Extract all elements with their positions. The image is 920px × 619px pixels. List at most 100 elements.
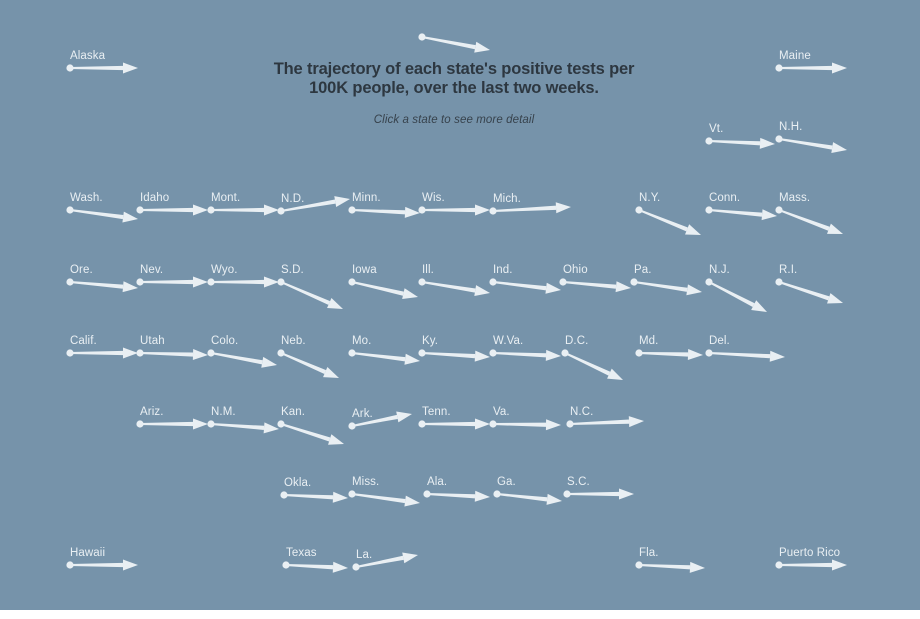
arrow-start-dot (136, 278, 144, 286)
chart-canvas: The trajectory of each state's positive … (0, 0, 920, 610)
arrow-head (832, 62, 847, 74)
arrow-head (689, 561, 705, 573)
arrow-start-dot (348, 349, 356, 357)
arrow-start-dot (282, 561, 290, 569)
arrow-start-dot (775, 561, 783, 569)
arrow-head (323, 367, 339, 378)
arrow-shaft (569, 419, 630, 425)
arrow-shaft (280, 352, 327, 374)
arrow-start-dot (775, 64, 783, 72)
arrow-shaft (562, 281, 617, 289)
arrow-start-dot (136, 206, 144, 214)
arrow-start-dot (563, 490, 571, 498)
arrow-head (686, 284, 702, 296)
arrow-shaft (426, 493, 476, 499)
arrow-head (545, 419, 561, 431)
arrow-shaft (708, 209, 763, 217)
arrow-head (832, 559, 847, 571)
arrow-shaft (779, 562, 832, 568)
arrow-shaft (351, 414, 398, 427)
arrow-shaft (140, 207, 193, 213)
arrow-start-dot (348, 490, 356, 498)
trajectory-arrow-puerto-rico (775, 559, 847, 571)
arrow-head (474, 490, 490, 502)
arrow-start-dot (423, 490, 431, 498)
arrow-start-dot (489, 349, 497, 357)
arrow-start-dot (418, 420, 426, 428)
trajectory-arrow-maine (775, 62, 847, 74)
arrow-shaft (421, 281, 476, 293)
arrow-head (404, 495, 420, 507)
arrow-start-dot (775, 135, 783, 143)
arrow-start-dot (66, 206, 74, 214)
arrow-head (619, 488, 634, 500)
arrow-start-dot (775, 278, 783, 286)
arrow-shaft (778, 138, 833, 150)
arrow-start-dot (566, 420, 574, 428)
arrow-head (607, 368, 623, 380)
arrow-shaft (492, 281, 547, 291)
arrow-start-dot (561, 349, 569, 357)
arrow-start-dot (277, 349, 285, 357)
arrow-head (332, 561, 348, 573)
arrow-start-dot (635, 349, 643, 357)
arrow-start-dot (635, 206, 643, 214)
arrow-shaft (779, 65, 832, 71)
arrow-head (769, 350, 785, 362)
arrow-shaft (70, 65, 123, 71)
arrow-start-dot (136, 420, 144, 428)
trajectory-arrow-mich (489, 202, 571, 215)
arrow-head (685, 224, 701, 235)
arrow-shaft (496, 493, 548, 502)
trajectory-arrow-n-h (775, 135, 847, 154)
arrow-shaft (492, 352, 547, 358)
arrow-head (396, 411, 412, 423)
arrow-shaft (708, 140, 761, 146)
trajectory-arrow-la (352, 552, 418, 571)
arrow-shaft (421, 36, 476, 50)
page-subtitle: Click a state to see more detail (373, 114, 535, 127)
arrow-start-dot (705, 206, 713, 214)
arrow-head (402, 552, 418, 564)
arrow-head (123, 559, 138, 571)
arrow-head (474, 41, 490, 53)
arrow-start-dot (207, 349, 215, 357)
arrow-shaft (638, 209, 688, 232)
trajectory-arrow-n-c (566, 416, 644, 428)
arrow-shaft (140, 279, 193, 285)
arrow-start-dot (352, 563, 360, 571)
arrow-shaft (638, 352, 689, 357)
arrow-start-dot (705, 349, 713, 357)
arrow-start-dot (277, 420, 285, 428)
arrow-start-dot (418, 278, 426, 286)
arrow-head (687, 349, 703, 361)
arrow-head (327, 297, 343, 309)
arrow-start-dot (66, 561, 74, 569)
arrow-start-dot (277, 207, 285, 215)
arrow-shaft (567, 491, 619, 497)
arrow-start-dot (280, 491, 288, 499)
arrow-shaft (422, 421, 475, 427)
arrow-start-dot (489, 207, 497, 215)
arrow-start-dot (705, 137, 713, 145)
arrow-head (123, 62, 138, 74)
arrow-shaft (355, 555, 404, 568)
arrow-shaft (421, 352, 476, 359)
trajectory-arrow-fla (635, 561, 705, 573)
arrow-start-dot (66, 64, 74, 72)
arrow-shaft (139, 352, 194, 357)
arrow-start-dot (559, 278, 567, 286)
arrow-head (555, 202, 571, 214)
arrow-shaft (633, 281, 688, 292)
arrow-shaft (69, 281, 124, 289)
arrow-shaft (280, 423, 331, 442)
arrow-shaft (211, 279, 264, 285)
arrow-start-dot (207, 206, 215, 214)
arrow-shaft (140, 421, 193, 427)
arrow-shaft (70, 562, 123, 568)
arrow-shaft (210, 423, 265, 430)
arrow-start-dot (630, 278, 638, 286)
arrow-head (328, 434, 344, 445)
arrow-start-dot (207, 420, 215, 428)
arrow-start-dot (348, 422, 356, 430)
